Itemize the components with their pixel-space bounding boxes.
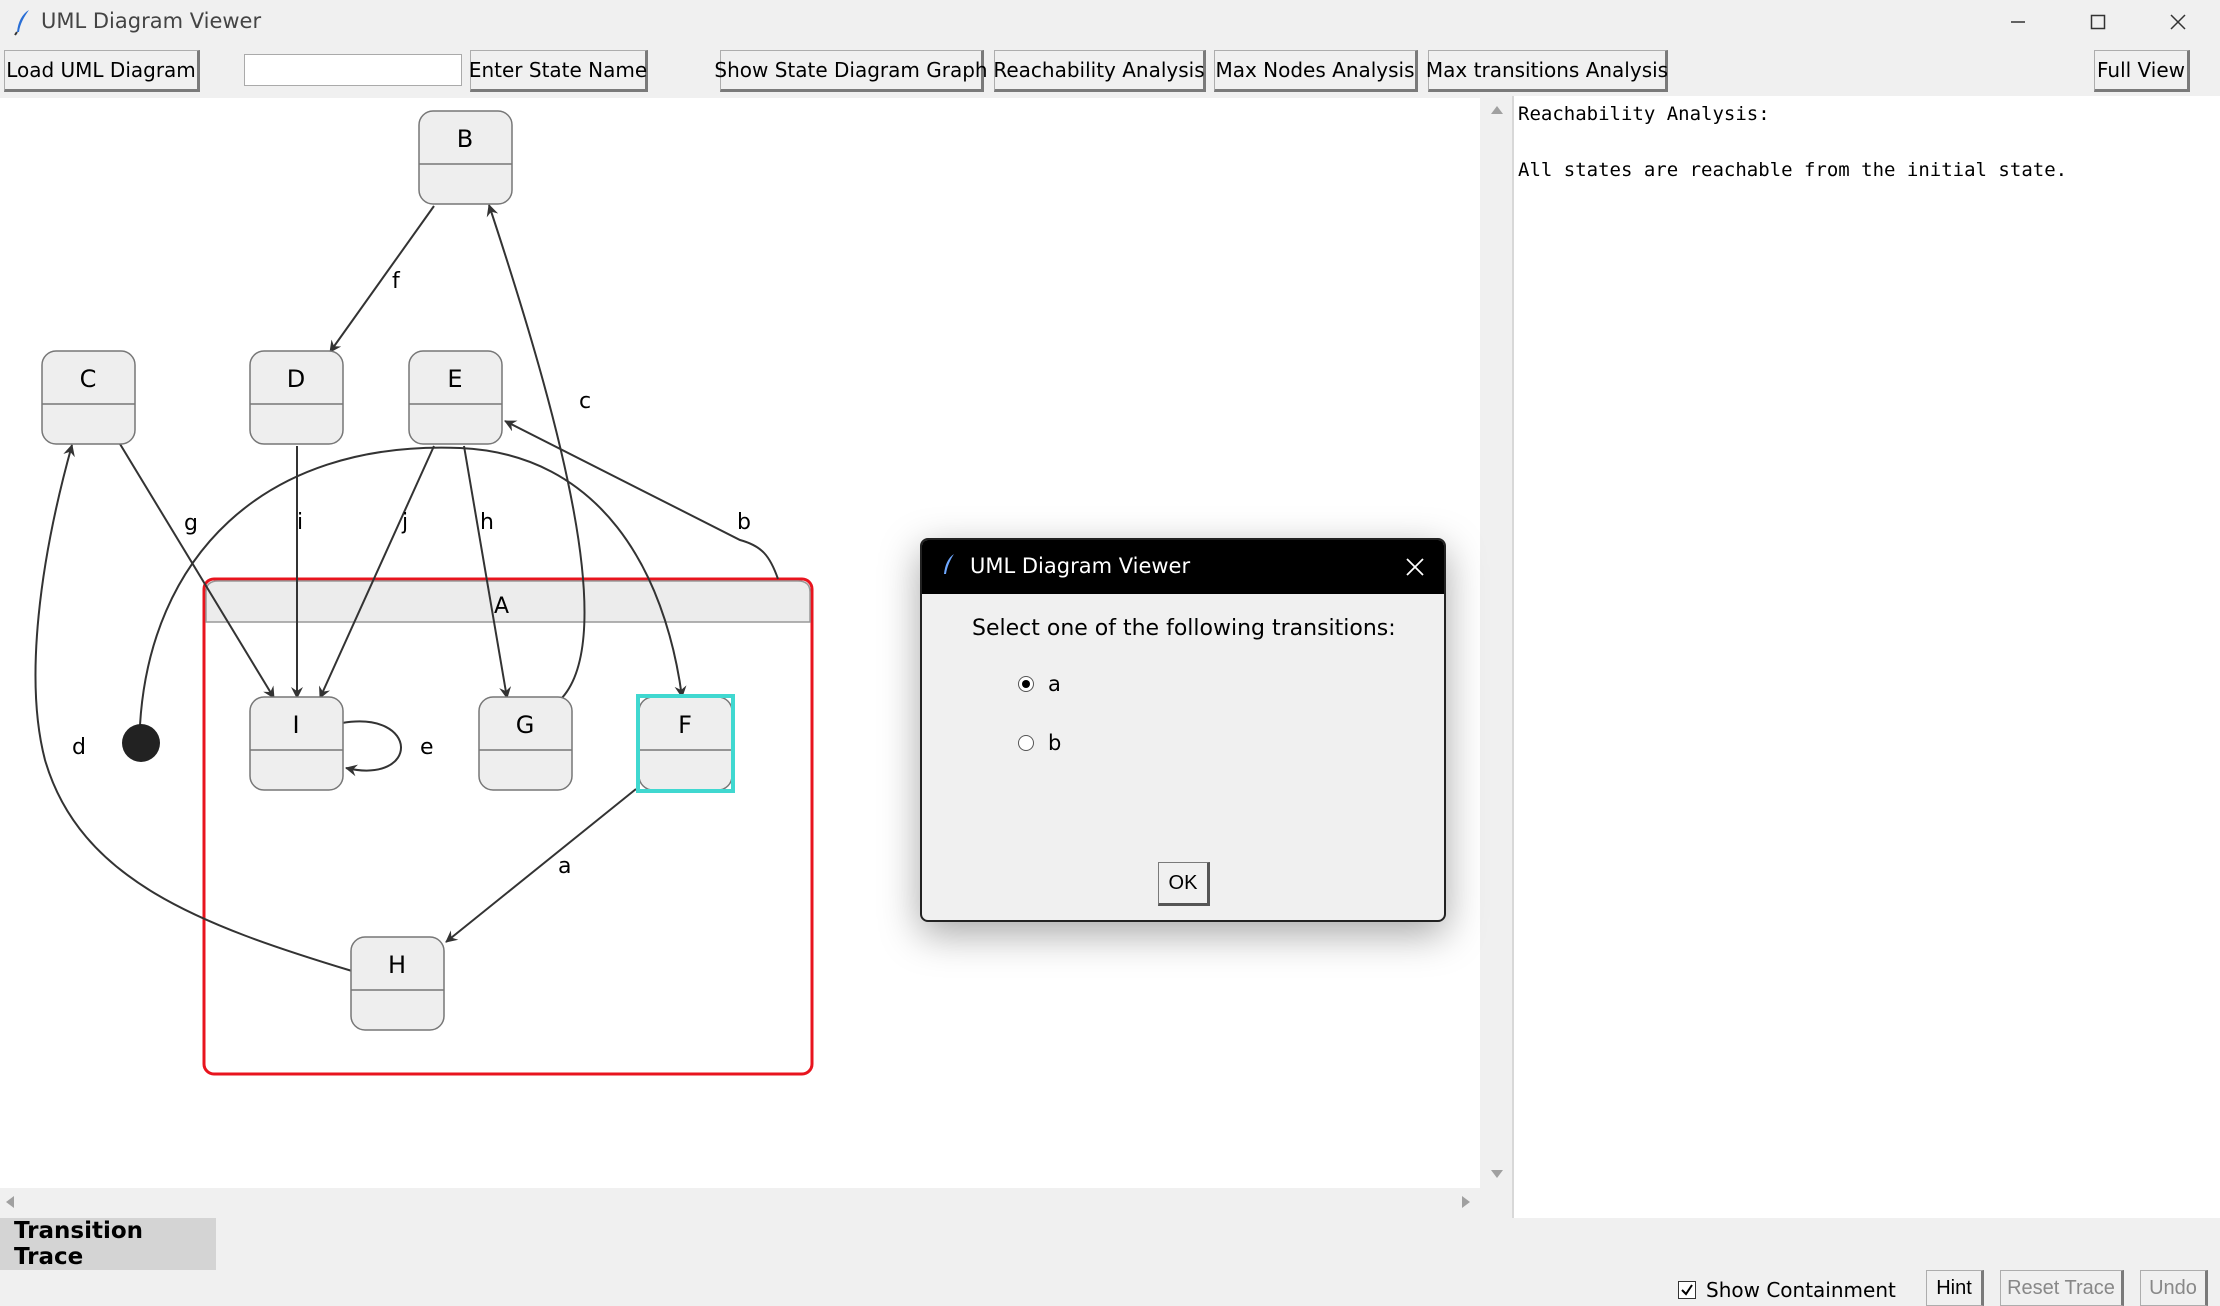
- feather-icon: [14, 10, 29, 36]
- checkbox-box[interactable]: [1678, 1281, 1696, 1299]
- radio-option-b[interactable]: b: [1018, 731, 1061, 755]
- radio-option-a[interactable]: a: [1018, 672, 1061, 696]
- minimize-button[interactable]: [1978, 0, 2058, 44]
- state-label: I: [292, 711, 299, 739]
- dialog-title-bar: UML Diagram Viewer: [922, 540, 1444, 594]
- close-button[interactable]: [2138, 0, 2218, 44]
- vertical-scrollbar[interactable]: [1484, 98, 1510, 1188]
- composite-label: A: [494, 594, 509, 619]
- radio-dot[interactable]: [1018, 676, 1034, 692]
- state-label: G: [516, 711, 535, 739]
- ok-button[interactable]: OK: [1158, 862, 1210, 906]
- state-label: D: [287, 365, 305, 393]
- state-F[interactable]: F: [636, 694, 735, 793]
- maximize-icon: [2090, 14, 2106, 30]
- minimize-icon: [2011, 21, 2025, 23]
- window-title: UML Diagram Viewer: [41, 9, 262, 33]
- label-j: j: [401, 510, 408, 535]
- full-view-button[interactable]: Full View: [2094, 50, 2190, 92]
- hint-button[interactable]: Hint: [1926, 1270, 1984, 1306]
- radio-dot[interactable]: [1018, 735, 1034, 751]
- label-i: i: [297, 510, 303, 535]
- label-b: b: [737, 510, 751, 535]
- scroll-right-icon[interactable]: [1462, 1196, 1470, 1208]
- radio-label: b: [1048, 731, 1062, 755]
- output-heading: Reachability Analysis:: [1518, 103, 1770, 125]
- composite-border: [202, 577, 814, 1076]
- state-D[interactable]: D: [249, 350, 344, 445]
- state-C[interactable]: C: [41, 350, 136, 445]
- toolbar: Load UML Diagram Enter State Name Show S…: [0, 46, 2220, 98]
- scroll-left-icon[interactable]: [6, 1196, 14, 1208]
- undo-button[interactable]: Undo: [2140, 1270, 2208, 1306]
- output-message: All states are reachable from the initia…: [1518, 159, 2068, 181]
- label-h: h: [480, 510, 494, 535]
- analysis-output[interactable]: Reachability Analysis: All states are re…: [1512, 96, 2220, 1218]
- close-icon[interactable]: [1404, 556, 1426, 578]
- state-H[interactable]: H: [350, 936, 445, 1031]
- transition-f[interactable]: [329, 205, 435, 353]
- state-label: F: [678, 711, 692, 739]
- max-nodes-button[interactable]: Max Nodes Analysis: [1214, 50, 1418, 92]
- state-label: B: [457, 125, 473, 153]
- title-bar: UML Diagram Viewer: [0, 0, 2220, 44]
- label-d: d: [72, 735, 86, 760]
- close-icon: [2170, 14, 2186, 30]
- dialog-title: UML Diagram Viewer: [970, 554, 1191, 578]
- label-e: e: [420, 735, 434, 760]
- state-E[interactable]: E: [408, 350, 503, 445]
- state-B[interactable]: B: [418, 110, 513, 205]
- scroll-up-icon[interactable]: [1491, 106, 1503, 114]
- state-label: E: [447, 365, 462, 393]
- checkmark-icon: [1681, 1284, 1693, 1296]
- show-containment-label: Show Containment: [1706, 1278, 1896, 1302]
- state-I[interactable]: I: [249, 696, 344, 791]
- label-f: f: [392, 269, 401, 294]
- transition-select-dialog: UML Diagram Viewer Select one of the fol…: [920, 538, 1446, 922]
- transition-g[interactable]: [119, 443, 275, 699]
- label-c: c: [579, 389, 591, 414]
- dialog-prompt: Select one of the following transitions:: [972, 616, 1396, 641]
- label-g: g: [184, 511, 198, 536]
- state-label: C: [80, 365, 97, 393]
- state-name-input[interactable]: [244, 54, 462, 86]
- state-G[interactable]: G: [478, 696, 573, 791]
- feather-icon: [944, 554, 954, 574]
- transition-b[interactable]: [504, 420, 779, 580]
- state-label: H: [388, 951, 406, 979]
- composite-state-A[interactable]: A: [202, 577, 814, 1076]
- show-containment-checkbox[interactable]: Show Containment: [1678, 1278, 1896, 1302]
- max-transitions-button[interactable]: Max transitions Analysis: [1426, 50, 1668, 92]
- load-uml-button[interactable]: Load UML Diagram: [4, 50, 200, 92]
- maximize-button[interactable]: [2058, 0, 2138, 44]
- show-graph-button[interactable]: Show State Diagram Graph: [714, 50, 988, 92]
- transition-trace-label: Transition Trace: [0, 1218, 216, 1270]
- horizontal-scrollbar[interactable]: [0, 1188, 1480, 1216]
- label-a: a: [558, 854, 571, 879]
- enter-state-button[interactable]: Enter State Name: [469, 50, 648, 92]
- radio-label: a: [1048, 672, 1061, 696]
- initial-state[interactable]: [122, 724, 160, 762]
- reachability-button[interactable]: Reachability Analysis: [993, 50, 1206, 92]
- scroll-down-icon[interactable]: [1491, 1170, 1503, 1178]
- reset-trace-button[interactable]: Reset Trace: [2000, 1270, 2124, 1306]
